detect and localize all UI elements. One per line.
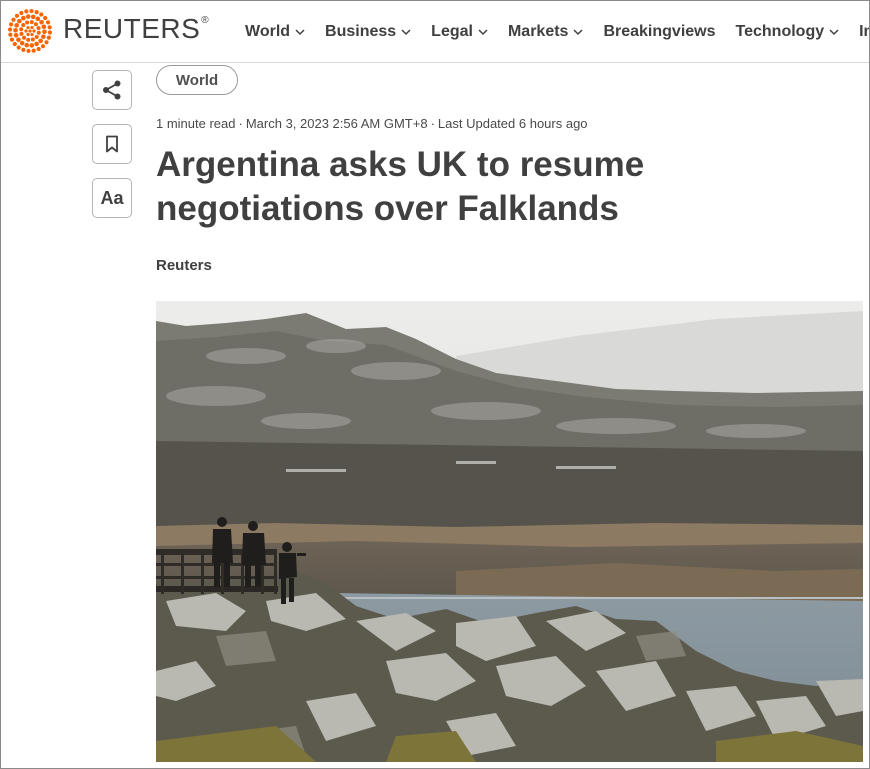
text-size-button[interactable]: Aa xyxy=(92,178,132,218)
read-time: 1 minute read xyxy=(156,116,236,131)
nav-item-label: World xyxy=(245,22,291,40)
updated-time: Last Updated 6 hours ago xyxy=(437,116,588,131)
section-tag[interactable]: World xyxy=(156,65,238,95)
nav-item-investiga[interactable]: Investiga xyxy=(859,23,869,41)
nav-item-business[interactable]: Business xyxy=(325,23,411,41)
chevron-down-icon xyxy=(573,28,583,35)
chevron-down-icon xyxy=(401,28,411,35)
published-date: March 3, 2023 2:56 AM GMT+8 xyxy=(245,116,428,131)
nav-item-label: Technology xyxy=(735,22,825,40)
nav-item-technology[interactable]: Technology xyxy=(736,23,840,41)
reuters-logo-icon[interactable] xyxy=(7,8,53,54)
nav-item-label: Business xyxy=(325,22,397,40)
section-tag-label: World xyxy=(175,71,219,89)
text-size-label: Aa xyxy=(100,187,124,208)
byline[interactable]: Reuters xyxy=(156,257,212,274)
lead-photo xyxy=(156,301,863,762)
article-headline: Argentina asks UK to resume negotiations… xyxy=(156,145,645,228)
nav-item-label: Legal xyxy=(431,22,473,40)
nav-item-label: Markets xyxy=(507,22,569,40)
nav-item-world[interactable]: World xyxy=(245,23,305,41)
chevron-down-icon xyxy=(295,28,305,35)
nav-item-breakingviews[interactable]: Breakingviews xyxy=(603,23,715,41)
bookmark-button[interactable] xyxy=(92,124,132,164)
nav-item-markets[interactable]: Markets xyxy=(508,23,583,41)
bookmark-icon xyxy=(106,135,118,153)
share-icon xyxy=(103,80,121,100)
nav-item-label: Breakingviews xyxy=(603,22,716,40)
site-header: REUTERS® World Business Legal Markets Breaki… xyxy=(1,1,869,63)
nav-item-legal[interactable]: Legal xyxy=(431,23,488,41)
chevron-down-icon xyxy=(829,28,839,35)
article-meta: 1 minute read · March 3, 2023 2:56 AM GMT+… xyxy=(156,116,588,131)
main-nav: World Business Legal Markets Breakingviews Te… xyxy=(245,1,869,62)
share-button[interactable] xyxy=(92,70,132,110)
reuters-wordmark[interactable]: REUTERS® xyxy=(63,13,209,45)
nav-item-label: Investiga xyxy=(859,22,869,40)
chevron-down-icon xyxy=(478,28,488,35)
